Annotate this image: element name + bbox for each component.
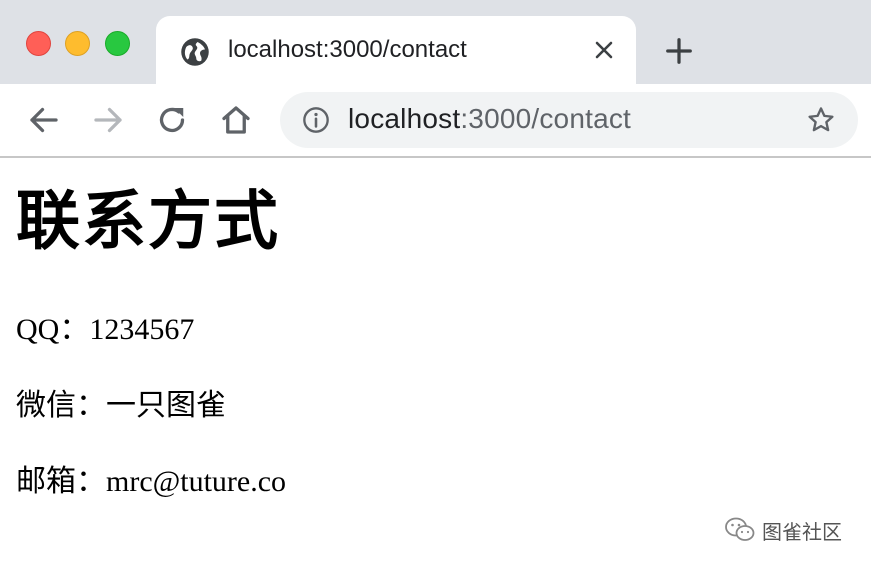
back-arrow-icon[interactable] (26, 102, 62, 138)
home-icon[interactable] (218, 102, 254, 138)
url-text[interactable]: localhost:3000/contact (348, 103, 631, 135)
new-tab-plus-icon[interactable] (664, 36, 694, 66)
reload-icon[interactable] (154, 102, 190, 138)
contact-qq: QQ：1234567 (16, 313, 195, 346)
contact-email: 邮箱：mrc@tuture.co (16, 465, 287, 498)
watermark: 图雀社区 (724, 512, 842, 548)
page-content: 联系方式 QQ：1234567 微信：一只图雀 邮箱：mrc@tuture.co… (0, 158, 871, 567)
browser-toolbar: localhost:3000/contact (0, 84, 871, 158)
watermark-text: 图雀社区 (762, 519, 842, 544)
star-icon[interactable] (806, 105, 836, 135)
url-path: :3000/contact (460, 103, 632, 134)
forward-arrow-icon[interactable] (90, 102, 126, 138)
window-close-button[interactable] (26, 31, 51, 56)
info-icon[interactable] (302, 106, 330, 134)
globe-icon (181, 38, 209, 66)
browser-tab-active[interactable]: localhost:3000/contact (156, 16, 636, 84)
close-icon[interactable] (592, 38, 616, 62)
url-host: localhost (348, 103, 461, 134)
tab-strip: localhost:3000/contact (0, 0, 871, 84)
window-minimize-button[interactable] (65, 31, 90, 56)
contact-wechat: 微信：一只图雀 (16, 389, 226, 422)
wechat-icon (725, 517, 755, 541)
window-maximize-button[interactable] (105, 31, 130, 56)
address-bar[interactable]: localhost:3000/contact (280, 92, 858, 148)
tab-title: localhost:3000/contact (228, 36, 467, 63)
page-title: 联系方式 (16, 186, 280, 257)
